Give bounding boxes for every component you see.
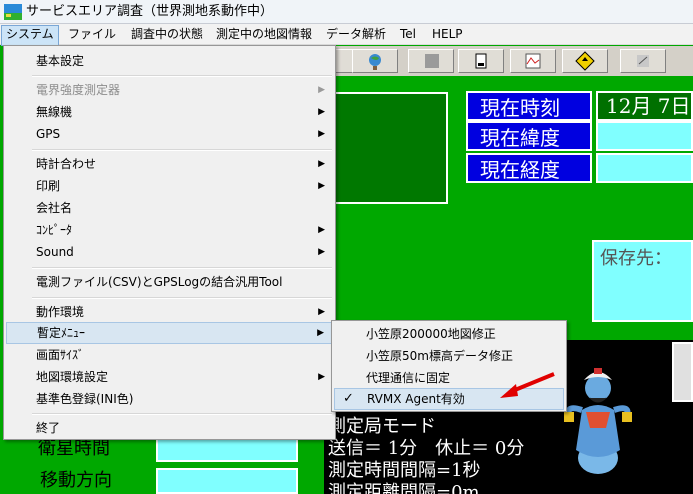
pencil-button[interactable] bbox=[620, 49, 666, 73]
map-icon bbox=[525, 53, 541, 69]
current-latitude-label: 現在緯度 bbox=[466, 121, 592, 151]
menu-item-label: 無線機 bbox=[36, 105, 73, 119]
menu-item-map-settings[interactable]: 地図環境設定 ▶ bbox=[6, 366, 333, 388]
document-icon bbox=[475, 53, 487, 69]
submenu-arrow-icon: ▶ bbox=[318, 85, 325, 95]
menu-tel[interactable]: Tel bbox=[396, 25, 420, 44]
globe-button[interactable] bbox=[352, 49, 398, 73]
submenu-arrow-icon: ▶ bbox=[318, 372, 325, 382]
menu-survey-status[interactable]: 調査中の状態 bbox=[127, 25, 207, 44]
side-button[interactable] bbox=[672, 342, 693, 402]
square-icon bbox=[425, 54, 439, 68]
submenu-arrow-icon: ▶ bbox=[318, 107, 325, 117]
menu-item-csv-gps-tool[interactable]: 電測ファイル(CSV)とGPSLogの結合汎用Tool bbox=[6, 271, 333, 293]
menu-item-company-name[interactable]: 会社名 bbox=[6, 197, 333, 219]
submenu-arrow-icon: ▶ bbox=[318, 129, 325, 139]
menu-data-analysis[interactable]: データ解析 bbox=[322, 25, 390, 44]
menu-item-label: 終了 bbox=[36, 421, 61, 435]
menu-item-label: 小笠原200000地図修正 bbox=[366, 327, 496, 341]
move-direction-value bbox=[156, 468, 298, 494]
menu-item-environment[interactable]: 動作環境 ▶ bbox=[6, 301, 333, 323]
menu-item-field-meter: 電界強度測定器 ▶ bbox=[6, 79, 333, 101]
menu-item-label: ｺﾝﾋﾟｰﾀ bbox=[36, 223, 73, 237]
menu-separator bbox=[32, 149, 332, 151]
menu-separator bbox=[32, 413, 332, 415]
menu-item-computer[interactable]: ｺﾝﾋﾟｰﾀ ▶ bbox=[6, 219, 333, 241]
document-button[interactable] bbox=[458, 49, 504, 73]
menu-separator bbox=[32, 297, 332, 299]
current-longitude-label: 現在経度 bbox=[466, 153, 592, 183]
menu-item-basic-settings[interactable]: 基本設定 bbox=[6, 50, 333, 72]
grey-square-button[interactable] bbox=[408, 49, 454, 73]
menu-item-base-color[interactable]: 基準色登録(INI色) bbox=[6, 388, 333, 410]
menu-item-print[interactable]: 印刷 ▶ bbox=[6, 175, 333, 197]
current-latitude-value bbox=[596, 121, 693, 151]
menu-item-label: 画面ｻｲｽﾞ bbox=[36, 348, 85, 362]
submenu-item-ogasawara-elevation[interactable]: 小笠原50m標高データ修正 bbox=[334, 345, 564, 367]
menu-file[interactable]: ファイル bbox=[64, 25, 120, 44]
menu-system[interactable]: システム bbox=[1, 25, 59, 46]
toolbar bbox=[330, 46, 693, 76]
menu-map-info[interactable]: 測定中の地図情報 bbox=[212, 25, 316, 44]
menu-item-label: RVMX Agent有効 bbox=[367, 392, 465, 406]
satellite-time-value bbox=[156, 438, 298, 462]
menu-item-label: 会社名 bbox=[36, 201, 73, 215]
move-direction-label: 移動方向 bbox=[40, 470, 112, 491]
menu-item-sound[interactable]: Sound ▶ bbox=[6, 241, 333, 263]
menu-item-label: 暫定ﾒﾆｭｰ bbox=[37, 326, 86, 340]
menu-item-label: 印刷 bbox=[36, 179, 61, 193]
menu-item-label: Sound bbox=[36, 245, 74, 259]
checkmark-icon: ✓ bbox=[343, 391, 354, 406]
map-button[interactable] bbox=[510, 49, 556, 73]
window-title: サービスエリア調査（世界測地系動作中） bbox=[26, 4, 274, 19]
submenu-arrow-icon: ▶ bbox=[318, 159, 325, 169]
submenu-arrow-icon: ▶ bbox=[318, 247, 325, 257]
menu-separator bbox=[32, 75, 332, 77]
menu-item-label: 時計合わせ bbox=[36, 157, 97, 171]
menu-item-label: 小笠原50m標高データ修正 bbox=[366, 349, 513, 363]
menu-separator bbox=[32, 267, 332, 269]
app-icon bbox=[4, 4, 22, 20]
menu-help[interactable]: HELP bbox=[428, 25, 467, 44]
current-time-value: 12月 7日 bbox=[596, 91, 693, 121]
warning-diamond-icon bbox=[575, 51, 595, 71]
submenu-arrow-icon: ▶ bbox=[318, 181, 325, 191]
current-longitude-value bbox=[596, 153, 693, 183]
red-arrow-icon bbox=[500, 372, 555, 398]
menu-item-exit[interactable]: 終了 bbox=[6, 417, 333, 439]
menu-item-clock-sync[interactable]: 時計合わせ ▶ bbox=[6, 153, 333, 175]
submenu-arrow-icon: ▶ bbox=[318, 225, 325, 235]
menu-item-label: 電測ファイル(CSV)とGPSLogの結合汎用Tool bbox=[36, 275, 283, 289]
menu-item-label: 基本設定 bbox=[36, 54, 85, 68]
menu-item-label: 地図環境設定 bbox=[36, 370, 109, 384]
submenu-arrow-icon: ▶ bbox=[317, 328, 324, 338]
message-line: 送信＝ 1分 休止＝ 0分 bbox=[328, 438, 525, 459]
submenu-arrow-icon: ▶ bbox=[318, 307, 325, 317]
menu-item-label: 動作環境 bbox=[36, 305, 85, 319]
menu-item-gps[interactable]: GPS ▶ bbox=[6, 123, 333, 145]
menu-item-label: GPS bbox=[36, 127, 61, 141]
message-line: 測定局モード bbox=[328, 416, 436, 437]
message-line: 測定距離間隔=0m bbox=[328, 482, 480, 494]
message-line: 測定時間間隔=1秒 bbox=[328, 460, 481, 481]
genie-image bbox=[564, 368, 632, 474]
submenu-item-ogasawara-map[interactable]: 小笠原200000地図修正 bbox=[334, 323, 564, 345]
menu-bar: システム ファイル 調査中の状態 測定中の地図情報 データ解析 Tel HELP bbox=[0, 24, 693, 46]
menu-item-label: 電界強度測定器 bbox=[36, 83, 121, 97]
title-bar: サービスエリア調査（世界測地系動作中） bbox=[0, 0, 693, 24]
system-dropdown-menu: 基本設定 電界強度測定器 ▶ 無線機 ▶ GPS ▶ 時計合わせ ▶ 印刷 ▶ 会社名 ｺ… bbox=[3, 45, 336, 440]
warning-button[interactable] bbox=[562, 49, 608, 73]
menu-item-label: 基準色登録(INI色) bbox=[36, 392, 134, 406]
menu-item-temp-menu[interactable]: 暫定ﾒﾆｭｰ ▶ bbox=[6, 322, 333, 344]
globe-icon bbox=[369, 54, 381, 70]
menu-item-radio[interactable]: 無線機 ▶ bbox=[6, 101, 333, 123]
save-location-box: 保存先： bbox=[592, 240, 693, 322]
pencil-icon bbox=[637, 55, 649, 67]
menu-item-label: 代理通信に固定 bbox=[366, 371, 451, 385]
menu-item-screen-size[interactable]: 画面ｻｲｽﾞ bbox=[6, 344, 333, 366]
current-time-label: 現在時刻 bbox=[466, 91, 592, 121]
